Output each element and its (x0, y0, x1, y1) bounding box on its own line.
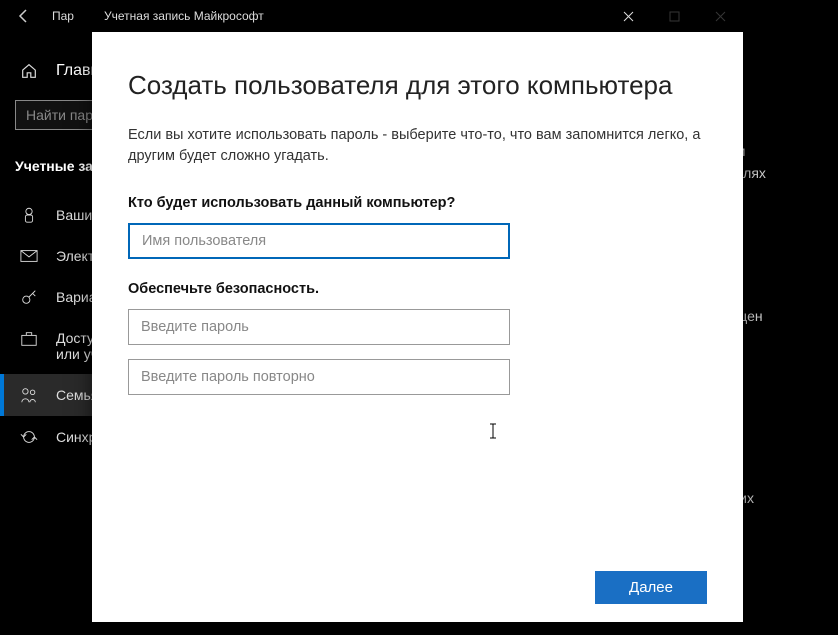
outer-close-button[interactable] (697, 0, 743, 32)
question-security: Обеспечьте безопасность. (128, 281, 707, 297)
dialog-footer: Далее (595, 571, 707, 604)
mail-icon (20, 249, 38, 263)
password-input[interactable] (128, 309, 510, 345)
back-button[interactable] (0, 0, 48, 32)
key-icon (20, 288, 38, 306)
dialog-title-bar: Учетная запись Майкрософт (92, 0, 743, 32)
family-icon (20, 386, 38, 404)
next-button[interactable]: Далее (595, 571, 707, 604)
dialog-intro: Если вы хотите использовать пароль - выб… (128, 125, 707, 167)
question-who: Кто будет использовать данный компьютер? (128, 195, 707, 211)
window-controls (605, 0, 743, 32)
dialog-body: Создать пользователя для этого компьютер… (92, 32, 743, 622)
close-button[interactable] (605, 0, 651, 32)
sync-icon (20, 428, 38, 446)
username-input[interactable] (128, 223, 510, 259)
outer-window-title: Пар (48, 9, 74, 23)
maximize-button[interactable] (651, 0, 697, 32)
work-icon (20, 330, 38, 348)
password-confirm-input[interactable] (128, 359, 510, 395)
dialog-title: Учетная запись Майкрософт (104, 9, 264, 23)
home-icon (20, 62, 38, 80)
text-cursor-icon (487, 422, 499, 440)
dialog-heading: Создать пользователя для этого компьютер… (128, 70, 707, 101)
person-icon (20, 206, 38, 224)
account-dialog: Учетная запись Майкрософт Создать пользо… (92, 0, 743, 622)
